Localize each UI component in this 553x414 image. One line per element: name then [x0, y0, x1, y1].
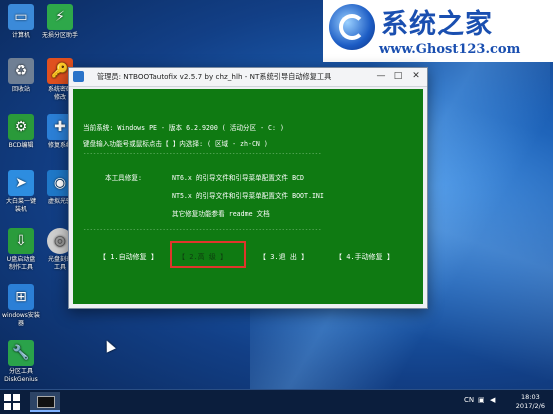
tray-clock[interactable]: 18:03 2017/2/6	[516, 393, 545, 411]
partition-assistant-icon: ⚡	[47, 4, 73, 30]
console-area: 当前系统: Windows PE - 版本 6.2.9200 ( 活动分区 - …	[73, 89, 423, 304]
taskbar: CN ▣ ◀ 18:03 2017/2/6	[0, 389, 553, 414]
start-button[interactable]	[4, 394, 20, 410]
menu-item-advanced[interactable]: 【 2.高 级 】	[178, 252, 227, 262]
menu-item-auto-repair[interactable]: 【 1.自动修复 】	[99, 252, 158, 262]
desktop-icon-label: 分区工具 DiskGenius	[4, 368, 38, 383]
taskbar-console-app[interactable]	[30, 392, 60, 412]
recycle-bin-icon: ♻	[8, 58, 34, 84]
prompt-line: 键盘输入功能号或鼠标点击【 】内选择: ( 区域 - zh-CN )	[83, 140, 268, 148]
watermark-title: 系统之家	[381, 9, 493, 40]
tray-network-icon[interactable]: ▣	[478, 396, 485, 404]
bcd-edit-icon: ⚙	[8, 114, 34, 140]
console-app-icon	[37, 396, 55, 408]
diskgenius-icon: 🔧	[8, 340, 34, 366]
desktop-icon-label: U盘启动盘 制作工具	[6, 256, 36, 271]
desktop-icon-partition-assistant[interactable]: ⚡ 无损分区助手	[35, 4, 85, 40]
maximize-button[interactable]: □	[390, 70, 406, 82]
watermark-url: www.Ghost123.com	[379, 42, 521, 57]
site-emblem-icon	[329, 4, 375, 50]
desktop-icon-label: 计算机	[11, 32, 30, 39]
tray-volume-icon[interactable]: ◀	[490, 396, 495, 404]
minimize-button[interactable]: —	[373, 70, 389, 82]
desktop-icon-label: windows安装器	[2, 312, 40, 327]
windows-installer-icon: ⊞	[8, 284, 34, 310]
window-title: 管理员: NTBOOTautofix v2.5.7 by chz_hlh - N…	[97, 72, 332, 81]
clock-date: 2017/2/6	[515, 402, 545, 410]
mouse-cursor-icon	[102, 338, 116, 353]
ntbootautofix-window: 管理员: NTBOOTautofix v2.5.7 by chz_hlh - N…	[68, 67, 428, 309]
current-system-line: 当前系统: Windows PE - 版本 6.2.9200 ( 活动分区 - …	[83, 124, 284, 132]
usb-tool-icon: ⇩	[8, 228, 34, 254]
divider: ----------------------------------------…	[83, 151, 322, 157]
close-button[interactable]: ✕	[407, 70, 425, 82]
repair-nt5-line: NT5.x 的引导文件和引导菜单配置文件 BOOT.INI	[172, 192, 324, 200]
menu-item-exit[interactable]: 【 3.退 出 】	[259, 252, 308, 262]
repair-nt6-line: NT6.x 的引导文件和引导菜单配置文件 BCD	[172, 174, 305, 182]
window-titlebar[interactable]: 管理员: NTBOOTautofix v2.5.7 by chz_hlh - N…	[69, 68, 427, 87]
readme-line: 其它修复功能参看 readme 文档	[172, 210, 270, 218]
divider-2: ----------------------------------------…	[83, 227, 322, 233]
desktop-icon-diskgenius[interactable]: 🔧 分区工具 DiskGenius	[0, 340, 46, 384]
watermark-logo: 系统之家 www.Ghost123.com	[323, 0, 553, 62]
desktop-icon-label: BCD编辑	[8, 142, 34, 149]
computer-icon: ▭	[8, 4, 34, 30]
bird-icon: ➤	[8, 170, 34, 196]
tray-language[interactable]: CN	[464, 396, 474, 404]
repair-label: 本工具修复:	[105, 174, 142, 182]
desktop-icon-label: 无损分区助手	[41, 32, 78, 39]
app-icon	[73, 71, 84, 82]
desktop-icon-label: 大白菜一键 装机	[5, 198, 36, 213]
desktop-icon-label: 回收站	[11, 86, 30, 93]
desktop-icon-windows-installer[interactable]: ⊞ windows安装器	[0, 284, 46, 328]
menu-item-manual-repair[interactable]: 【 4.手动修复 】	[335, 252, 394, 262]
clock-time: 18:03	[521, 393, 540, 401]
